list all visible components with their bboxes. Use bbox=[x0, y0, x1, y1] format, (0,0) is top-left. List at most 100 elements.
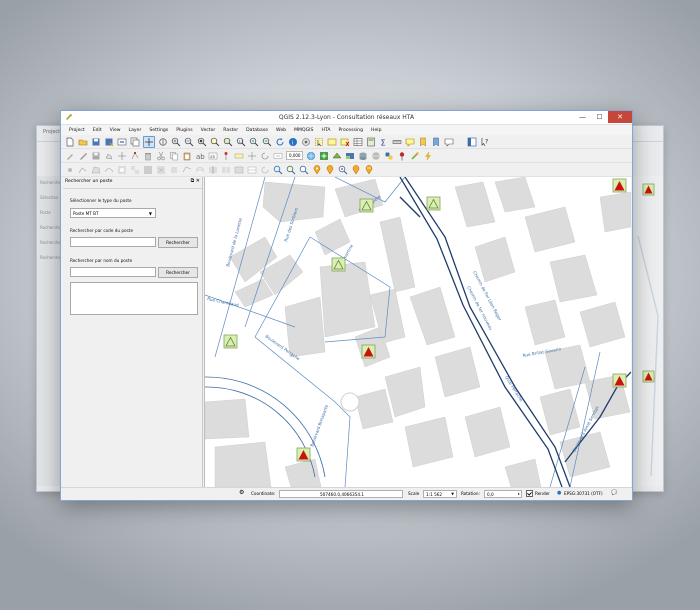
split-features-icon[interactable] bbox=[208, 165, 218, 175]
substation-symbol[interactable] bbox=[223, 334, 238, 349]
select-features-icon[interactable] bbox=[314, 137, 324, 147]
search-map-icon[interactable] bbox=[273, 165, 283, 175]
menu-vector[interactable]: Vector bbox=[197, 128, 220, 133]
alert-substation-symbol[interactable] bbox=[296, 447, 311, 462]
minimize-button[interactable]: — bbox=[574, 111, 591, 123]
layer-labeling-icon[interactable]: ab bbox=[208, 151, 218, 161]
search-feature-icon[interactable] bbox=[299, 165, 309, 175]
menu-settings[interactable]: Settings bbox=[145, 128, 172, 133]
merge-attributes-icon[interactable] bbox=[247, 165, 257, 175]
rotate-symbols-icon[interactable] bbox=[260, 165, 270, 175]
add-ring-icon[interactable] bbox=[117, 165, 127, 175]
new-project-icon[interactable] bbox=[65, 137, 75, 147]
simplify-icon[interactable] bbox=[104, 165, 114, 175]
zoom-in-icon[interactable] bbox=[171, 137, 181, 147]
name-input[interactable] bbox=[70, 267, 156, 277]
network-export-icon[interactable] bbox=[364, 164, 374, 175]
render-checkbox[interactable] bbox=[526, 490, 533, 497]
label-icon[interactable]: abc bbox=[195, 151, 205, 161]
add-feature-icon[interactable] bbox=[104, 151, 114, 161]
zoom-native-icon[interactable]: 1:1 bbox=[236, 137, 246, 147]
panel-toggle-icon[interactable] bbox=[467, 137, 477, 147]
menu-plugins[interactable]: Plugins bbox=[172, 128, 196, 133]
lightning-icon[interactable] bbox=[423, 151, 433, 161]
python-console-icon[interactable] bbox=[384, 151, 394, 161]
reshape-icon[interactable] bbox=[182, 165, 192, 175]
plugin-tool-icon[interactable] bbox=[410, 151, 420, 161]
menu-help[interactable]: Help bbox=[367, 128, 385, 133]
search-by-name-button[interactable]: Rechercher bbox=[158, 267, 198, 278]
delete-ring-icon[interactable] bbox=[156, 165, 166, 175]
measure-icon[interactable] bbox=[392, 137, 402, 147]
digitize-polygon-icon[interactable] bbox=[91, 165, 101, 175]
rotation-input[interactable]: 0,0 ⬍ bbox=[484, 490, 522, 498]
search-by-code-button[interactable]: Rechercher bbox=[158, 237, 198, 248]
alert-substation-symbol[interactable] bbox=[612, 373, 627, 388]
zoom-out-icon[interactable] bbox=[184, 137, 194, 147]
menu-layer[interactable]: Layer bbox=[125, 128, 146, 133]
zoom-to-point-icon[interactable] bbox=[338, 165, 348, 175]
menu-raster[interactable]: Raster bbox=[219, 128, 242, 133]
alert-substation-symbol[interactable] bbox=[361, 344, 376, 359]
add-part-icon[interactable] bbox=[130, 165, 140, 175]
deselect-icon[interactable] bbox=[340, 137, 350, 147]
scale-select[interactable]: 1:1 562 ▼ bbox=[423, 490, 457, 498]
current-edits-icon[interactable] bbox=[65, 151, 75, 161]
zoom-last-icon[interactable] bbox=[249, 137, 259, 147]
refresh-icon[interactable] bbox=[275, 137, 285, 147]
map-canvas[interactable]: Boulevard de la Lunette Rue des Sorbiers… bbox=[204, 177, 631, 487]
wms-layer-icon[interactable] bbox=[306, 151, 316, 161]
float-panel-icon[interactable]: ⧉ bbox=[191, 178, 195, 184]
location-pin-icon[interactable] bbox=[312, 164, 322, 175]
maximize-button[interactable]: ☐ bbox=[591, 111, 608, 123]
action-icon[interactable] bbox=[301, 137, 311, 147]
statistics-icon[interactable]: Σ bbox=[379, 137, 389, 147]
field-calculator-icon[interactable] bbox=[366, 137, 376, 147]
messages-icon[interactable]: 💬 bbox=[611, 490, 617, 496]
menu-mmqgis[interactable]: MMQGIS bbox=[290, 128, 317, 133]
zoom-next-icon[interactable] bbox=[262, 137, 272, 147]
close-panel-icon[interactable]: ✕ bbox=[196, 178, 200, 184]
composer-manager-icon[interactable] bbox=[130, 137, 140, 147]
move-feature-icon[interactable] bbox=[117, 151, 127, 161]
route-icon[interactable] bbox=[325, 164, 335, 175]
save-project-icon[interactable] bbox=[91, 137, 101, 147]
close-button[interactable]: ✕ bbox=[608, 111, 632, 123]
add-vector-layer-icon[interactable] bbox=[332, 151, 342, 161]
menu-web[interactable]: Web bbox=[272, 128, 290, 133]
split-parts-icon[interactable] bbox=[221, 165, 231, 175]
substation-symbol[interactable] bbox=[359, 198, 374, 213]
attribute-table-icon[interactable] bbox=[353, 137, 363, 147]
rotate-label-icon[interactable] bbox=[260, 151, 270, 161]
pan-icon[interactable] bbox=[143, 135, 155, 148]
menu-project[interactable]: Project bbox=[65, 128, 89, 133]
delete-part-icon[interactable] bbox=[169, 165, 179, 175]
spin-arrows-icon[interactable]: ⬍ bbox=[517, 491, 520, 498]
menu-processing[interactable]: Processing bbox=[334, 128, 367, 133]
show-bookmarks-icon[interactable] bbox=[431, 137, 441, 147]
pin-location-icon[interactable] bbox=[397, 151, 407, 161]
network-trace-icon[interactable] bbox=[351, 164, 361, 175]
digitize-point-icon[interactable] bbox=[65, 165, 75, 175]
change-label-icon[interactable] bbox=[273, 151, 283, 161]
scale-input[interactable]: 0,000 bbox=[286, 151, 304, 160]
alert-substation-symbol[interactable] bbox=[612, 178, 627, 193]
substation-symbol[interactable] bbox=[331, 257, 346, 272]
digitize-line-icon[interactable] bbox=[78, 165, 88, 175]
merge-features-icon[interactable] bbox=[234, 165, 244, 175]
paste-features-icon[interactable] bbox=[182, 151, 192, 161]
menu-edit[interactable]: Edit bbox=[89, 128, 106, 133]
type-select[interactable]: Poste MT BT ▼ bbox=[70, 208, 156, 218]
copy-features-icon[interactable] bbox=[169, 151, 179, 161]
move-label-icon[interactable] bbox=[247, 151, 257, 161]
pin-labels-icon[interactable] bbox=[221, 151, 231, 161]
search-layer-icon[interactable] bbox=[286, 165, 296, 175]
zoom-layer-icon[interactable] bbox=[223, 137, 233, 147]
results-list[interactable] bbox=[70, 282, 198, 315]
cut-features-icon[interactable] bbox=[156, 151, 166, 161]
identify-icon[interactable]: i bbox=[288, 137, 298, 147]
offset-curve-icon[interactable] bbox=[195, 165, 205, 175]
save-as-icon[interactable] bbox=[104, 137, 114, 147]
zoom-full-icon[interactable] bbox=[197, 137, 207, 147]
open-project-icon[interactable] bbox=[78, 137, 88, 147]
